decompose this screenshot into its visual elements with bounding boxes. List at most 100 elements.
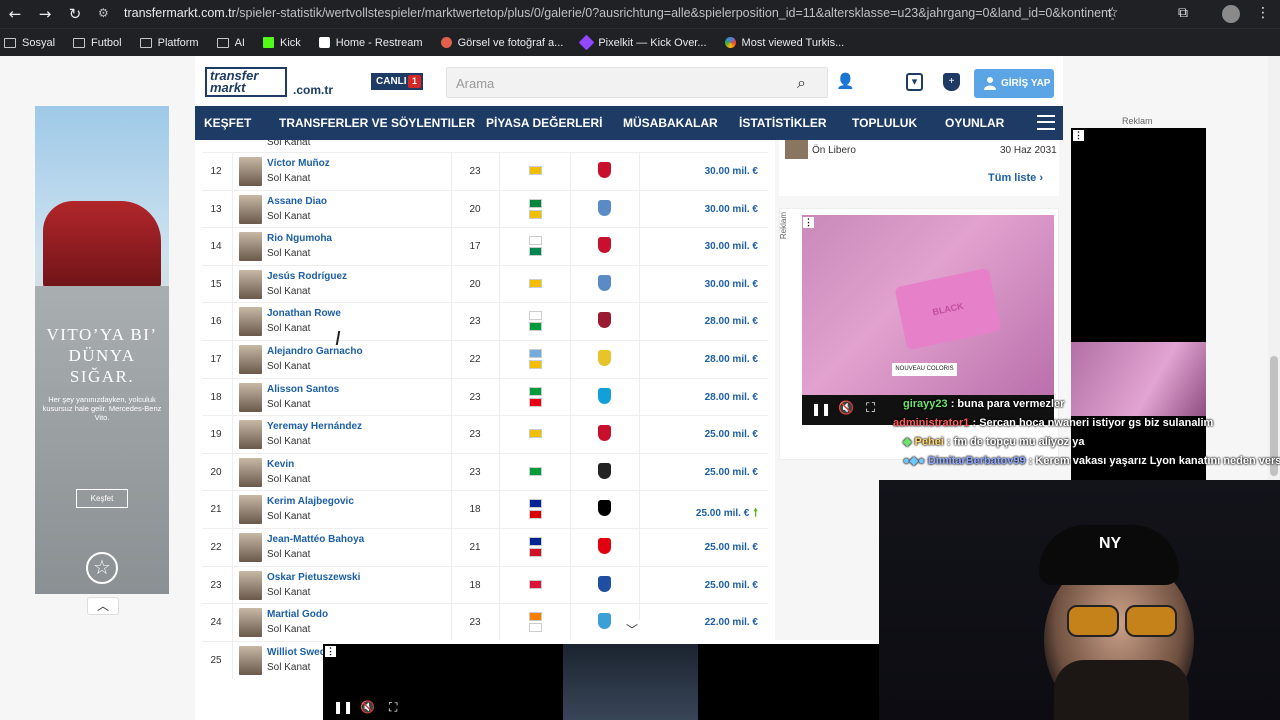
- user-search-icon[interactable]: 👤: [836, 72, 855, 90]
- player-name-link[interactable]: Jean-Mattéo Bahoya: [267, 534, 364, 545]
- site-settings-icon[interactable]: ⚙: [98, 6, 109, 20]
- nav-community[interactable]: TOPLULUK: [852, 116, 917, 130]
- nav-transfers[interactable]: TRANSFERLER VE SÖYLENTILER: [279, 116, 475, 130]
- nav-games[interactable]: OYUNLAR: [945, 116, 1004, 130]
- nav-kesfet[interactable]: KEŞFET: [204, 116, 251, 130]
- club-crest-icon[interactable]: [598, 312, 611, 329]
- nav-statistics[interactable]: İSTATİSTİKLER: [739, 116, 827, 130]
- player-name-link[interactable]: Alisson Santos: [267, 384, 339, 395]
- club-crest-icon[interactable]: [598, 575, 611, 592]
- nav-market-values[interactable]: PİYASA DEĞERLERİ: [486, 116, 602, 130]
- bottom-video-player[interactable]: ⋮ ❚❚ 🔇 ⛶: [323, 644, 879, 720]
- club-crest-icon[interactable]: [598, 538, 611, 554]
- left-advertisement[interactable]: VITO’YA BI’ DÜNYA SIĞAR. Her şey yanınız…: [35, 106, 169, 594]
- player-name-link[interactable]: Kerim Alajbegovic: [267, 496, 354, 507]
- bookmark-kick[interactable]: Kick: [262, 37, 301, 49]
- bookmark-platform[interactable]: Platform: [139, 37, 199, 49]
- player-avatar[interactable]: [239, 495, 262, 525]
- player-name-link[interactable]: Yeremay Hernández: [267, 421, 362, 432]
- player-avatar[interactable]: [239, 608, 262, 638]
- player-name-link[interactable]: Alejandro Garnacho: [267, 346, 363, 357]
- back-icon[interactable]: ←: [0, 5, 30, 23]
- hamburger-menu-icon[interactable]: [1037, 115, 1055, 130]
- bookmark-most-viewed[interactable]: Most viewed Turkis...: [724, 37, 844, 49]
- fullscreen-icon[interactable]: ⛶: [389, 700, 397, 715]
- table-row[interactable]: 21 Kerim Alajbegovic Sol Kanat 18 25.00 mil.…: [202, 490, 768, 529]
- table-row[interactable]: 22 Jean-Mattéo Bahoya Sol Kanat 21 25.00 mil…: [202, 528, 768, 566]
- player-avatar[interactable]: [239, 269, 262, 299]
- transfermarkt-logo[interactable]: transfer markt: [205, 67, 287, 97]
- player-menu-icon[interactable]: ⋮: [325, 646, 336, 657]
- search-input[interactable]: Arama: [446, 67, 828, 98]
- search-icon[interactable]: ⌕: [797, 73, 806, 93]
- market-value[interactable]: 25.00 mil. €: [705, 580, 758, 591]
- table-row[interactable]: 23 Oskar Pietuszewski Sol Kanat 18 25.00 mil…: [202, 565, 768, 604]
- market-value[interactable]: 30.00 mil. €: [705, 166, 758, 177]
- market-value[interactable]: 30.00 mil. €: [705, 204, 758, 215]
- player-avatar[interactable]: [239, 457, 262, 487]
- bookmark-ai[interactable]: AI: [216, 37, 245, 49]
- player-avatar[interactable]: [239, 382, 262, 412]
- bookmark-futbol[interactable]: Futbol: [73, 37, 122, 49]
- club-crest-icon[interactable]: [598, 500, 611, 517]
- market-value[interactable]: 25.00 mil. €: [705, 467, 758, 478]
- club-crest-icon[interactable]: [598, 387, 611, 404]
- player-avatar[interactable]: [239, 645, 262, 675]
- market-value[interactable]: 28.00 mil. €: [705, 354, 758, 365]
- url-field[interactable]: transfermarkt.com.tr/spieler-statistik/w…: [124, 6, 1114, 22]
- ad-menu-icon[interactable]: ⋮: [1073, 130, 1084, 141]
- video-menu-icon[interactable]: ⋮: [803, 217, 814, 228]
- market-value[interactable]: 30.00 mil. €: [705, 279, 758, 290]
- bookmark-icon[interactable]: ▾: [906, 73, 923, 91]
- player-avatar[interactable]: [239, 570, 262, 600]
- mute-icon[interactable]: 🔇: [360, 700, 375, 714]
- pause-icon[interactable]: ❚❚: [333, 700, 353, 714]
- player-name-link[interactable]: Assane Diao: [267, 196, 327, 207]
- login-button[interactable]: GİRİŞ YAP: [974, 69, 1054, 98]
- player-name-link[interactable]: Martial Godo: [267, 609, 328, 620]
- table-row[interactable]: 14 Rio Ngumoha Sol Kanat 17 30.00 mil. €: [202, 227, 768, 266]
- table-row[interactable]: 19 Yeremay Hernández Sol Kanat 23 25.00 mil.…: [202, 415, 768, 454]
- market-value[interactable]: 25.00 mil. €: [705, 542, 758, 553]
- extensions-icon[interactable]: ⧉: [1178, 5, 1188, 21]
- chevron-down-icon[interactable]: ﹀: [613, 620, 651, 640]
- bookmark-pixelkit[interactable]: Pixelkit — Kick Over...: [579, 34, 707, 51]
- market-value[interactable]: 25.00 mil. € 🠕: [696, 504, 758, 523]
- chevron-up-icon[interactable]: ︿: [87, 597, 119, 615]
- market-value[interactable]: 28.00 mil. €: [705, 392, 758, 403]
- player-avatar[interactable]: [239, 533, 262, 562]
- club-crest-icon[interactable]: [598, 274, 611, 291]
- reload-icon[interactable]: ↻: [60, 5, 90, 23]
- player-avatar[interactable]: [239, 345, 262, 374]
- fullscreen-icon[interactable]: ⛶: [866, 401, 875, 416]
- sidebar-video-ad[interactable]: BLACK NOUVEAU COLORIS ❚❚ 🔇 ⛶ ⋮: [802, 215, 1054, 425]
- table-row[interactable]: 20 Kevin Sol Kanat 23 25.00 mil. €: [202, 452, 768, 491]
- player-name-link[interactable]: Oskar Pietuszewski: [267, 572, 360, 583]
- bookmark-gorsel[interactable]: Görsel ve fotoğraf a...: [440, 37, 563, 49]
- menu-icon[interactable]: ⋮: [1256, 5, 1270, 21]
- club-crest-icon[interactable]: [598, 462, 611, 479]
- club-crest-icon[interactable]: [598, 425, 611, 442]
- market-value[interactable]: 22.00 mil. €: [705, 617, 758, 628]
- club-crest-icon[interactable]: [598, 613, 611, 630]
- mute-icon[interactable]: 🔇: [838, 401, 854, 416]
- club-crest-icon[interactable]: [598, 350, 611, 366]
- pause-icon[interactable]: ❚❚: [811, 402, 831, 416]
- profile-avatar[interactable]: [1222, 5, 1240, 23]
- table-row[interactable]: 15 Jesús Rodríguez Sol Kanat 20 30.00 mil. €: [202, 264, 768, 303]
- market-value[interactable]: 28.00 mil. €: [705, 316, 758, 327]
- table-row[interactable]: 24 Martial Godo Sol Kanat 23 22.00 mil. €: [202, 603, 768, 642]
- forward-icon[interactable]: →: [30, 5, 60, 23]
- table-row[interactable]: 18 Alisson Santos Sol Kanat 23 28.00 mil. €: [202, 377, 768, 416]
- club-crest-icon[interactable]: [598, 237, 611, 254]
- player-avatar[interactable]: [239, 307, 262, 337]
- club-crest-icon[interactable]: [598, 199, 611, 216]
- player-avatar[interactable]: [239, 232, 262, 262]
- table-row[interactable]: 13 Assane Diao Sol Kanat 20 30.00 mil. €: [202, 189, 768, 228]
- player-name-link[interactable]: Rio Ngumoha: [267, 233, 332, 244]
- player-name-link[interactable]: Jesús Rodríguez: [267, 271, 347, 282]
- market-value[interactable]: 25.00 mil. €: [705, 429, 758, 440]
- player-avatar[interactable]: [239, 420, 262, 450]
- bookmark-sosyal[interactable]: Sosyal: [4, 37, 55, 49]
- player-name-link[interactable]: Víctor Muñoz: [267, 158, 330, 169]
